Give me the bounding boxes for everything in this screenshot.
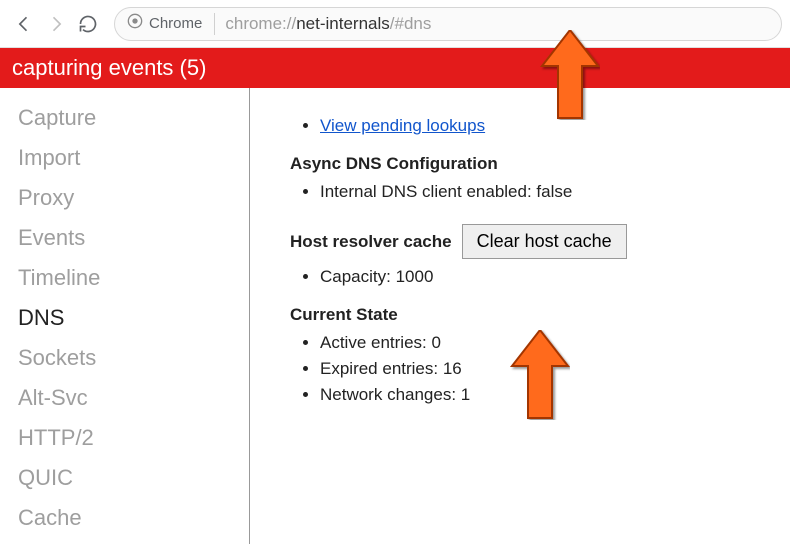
chrome-icon — [127, 13, 143, 34]
state-item: Active entries: 0 — [320, 333, 770, 353]
capacity-value: Capacity: 1000 — [320, 267, 770, 287]
main-area: CaptureImportProxyEventsTimelineDNSSocke… — [0, 88, 790, 544]
origin-chip: Chrome — [127, 13, 215, 35]
capturing-banner-text: capturing events (5) — [12, 55, 206, 81]
current-state-heading: Current State — [290, 305, 770, 325]
reload-button[interactable] — [72, 8, 104, 40]
async-dns-heading: Async DNS Configuration — [290, 154, 770, 174]
clear-host-cache-button[interactable]: Clear host cache — [462, 224, 627, 259]
back-button[interactable] — [8, 8, 40, 40]
url-scheme: chrome:// — [225, 14, 296, 33]
sidebar: CaptureImportProxyEventsTimelineDNSSocke… — [0, 88, 250, 544]
sidebar-item-http-2[interactable]: HTTP/2 — [0, 418, 249, 458]
origin-chip-label: Chrome — [149, 15, 202, 32]
sidebar-item-quic[interactable]: QUIC — [0, 458, 249, 498]
view-pending-lookups-link[interactable]: View pending lookups — [320, 116, 485, 135]
url-host: net-internals — [296, 14, 390, 33]
internal-dns-status: Internal DNS client enabled: false — [320, 182, 770, 202]
content-panel: View pending lookups Async DNS Configura… — [250, 88, 790, 544]
state-item: Network changes: 1 — [320, 385, 770, 405]
sidebar-item-alt-svc[interactable]: Alt-Svc — [0, 378, 249, 418]
capturing-banner: capturing events (5) — [0, 48, 790, 88]
url-text: chrome://net-internals/#dns — [225, 14, 431, 34]
sidebar-item-proxy[interactable]: Proxy — [0, 178, 249, 218]
sidebar-item-timeline[interactable]: Timeline — [0, 258, 249, 298]
url-path: /#dns — [390, 14, 432, 33]
state-item: Expired entries: 16 — [320, 359, 770, 379]
sidebar-item-cache[interactable]: Cache — [0, 498, 249, 538]
sidebar-item-dns[interactable]: DNS — [0, 298, 249, 338]
sidebar-item-import[interactable]: Import — [0, 138, 249, 178]
host-resolver-heading: Host resolver cache — [290, 232, 452, 252]
sidebar-item-sockets[interactable]: Sockets — [0, 338, 249, 378]
address-bar[interactable]: Chrome chrome://net-internals/#dns — [114, 7, 782, 41]
forward-button[interactable] — [40, 8, 72, 40]
sidebar-item-events[interactable]: Events — [0, 218, 249, 258]
sidebar-item-capture[interactable]: Capture — [0, 98, 249, 138]
browser-toolbar: Chrome chrome://net-internals/#dns — [0, 0, 790, 48]
